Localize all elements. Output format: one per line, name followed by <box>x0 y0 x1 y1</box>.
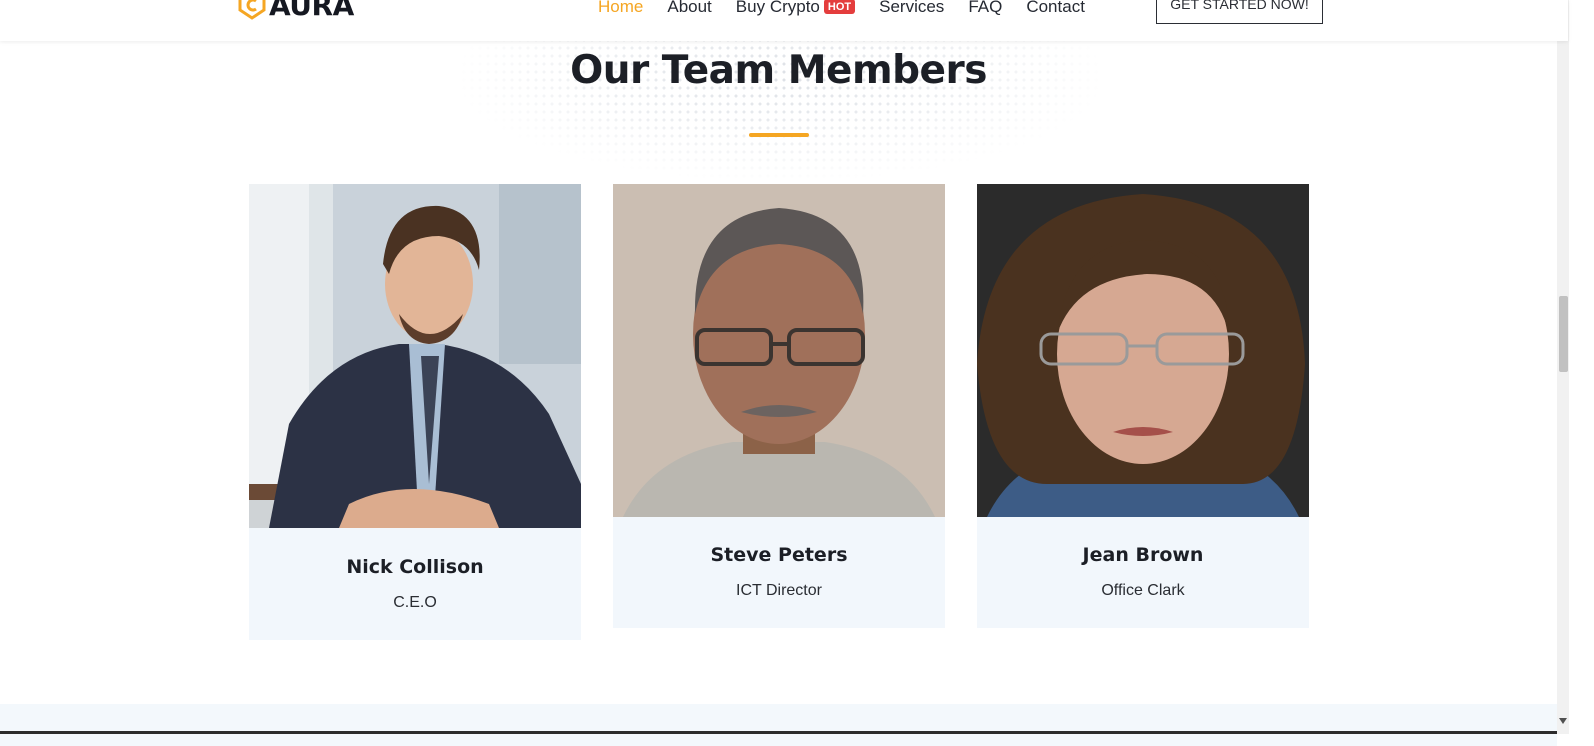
team-member-photo <box>249 184 581 528</box>
hot-badge: HOT <box>823 0 856 14</box>
logo-shield-icon <box>238 0 266 20</box>
nav-services[interactable]: Services <box>879 0 944 17</box>
team-member-name: Nick Collison <box>346 556 484 578</box>
team-card: Jean Brown Office Clark <box>977 184 1309 628</box>
section-title: Our Team Members <box>570 48 987 93</box>
nav-about[interactable]: About <box>667 0 711 17</box>
scroll-down-arrow-icon[interactable] <box>1559 718 1567 724</box>
person-photo-icon <box>977 184 1309 517</box>
title-underline <box>749 133 809 137</box>
nav-contact[interactable]: Contact <box>1026 0 1085 17</box>
main-nav: Home About Buy Crypto HOT Services FAQ Co… <box>598 0 1109 17</box>
team-member-role: C.E.O <box>393 594 437 611</box>
nav-buy-crypto-label: Buy Crypto <box>735 0 820 16</box>
team-member-role: ICT Director <box>736 582 822 599</box>
team-card: Steve Peters ICT Director <box>613 184 945 628</box>
get-started-button[interactable]: GET STARTED NOW! <box>1156 0 1323 24</box>
logo[interactable]: AURA <box>237 0 354 22</box>
team-member-role: Office Clark <box>1101 582 1185 599</box>
next-section-band <box>0 704 1557 746</box>
person-photo-icon <box>613 184 945 517</box>
site-header: AURA Home About Buy Crypto HOT Services F… <box>0 0 1568 41</box>
scrollbar-thumb[interactable] <box>1559 296 1568 372</box>
team-member-photo <box>977 184 1309 517</box>
team-member-name: Steve Peters <box>710 544 848 566</box>
nav-faq[interactable]: FAQ <box>968 0 1002 17</box>
nav-home[interactable]: Home <box>598 0 643 17</box>
team-member-photo <box>613 184 945 517</box>
team-card: Nick Collison C.E.O <box>249 184 581 640</box>
nav-buy-crypto[interactable]: Buy Crypto HOT <box>735 0 856 17</box>
dotted-background-decoration <box>460 20 1100 180</box>
logo-text: AURA <box>269 0 354 22</box>
bottom-border <box>0 731 1557 734</box>
team-member-name: Jean Brown <box>1082 544 1204 566</box>
person-photo-icon <box>249 184 581 528</box>
